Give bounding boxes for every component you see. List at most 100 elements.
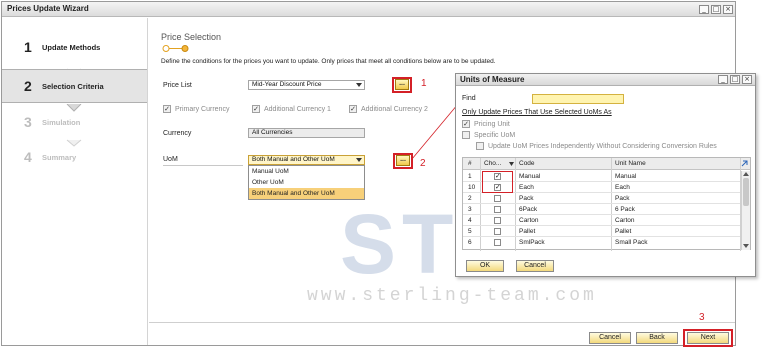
pricing-unit-label: Pricing Unit <box>474 121 510 128</box>
additional-currency-2-checkbox[interactable]: ✓ <box>349 105 357 113</box>
scroll-up-icon[interactable] <box>743 172 749 176</box>
additional-currency-1-label: Additional Currency 1 <box>264 106 331 113</box>
currency-label: Currency <box>163 130 192 137</box>
step-selection-criteria[interactable]: 2 Selection Criteria <box>2 69 147 103</box>
row-code: Pallet <box>519 228 536 235</box>
step-summary: 4 Summary <box>2 141 147 175</box>
row-unit-name: Manual <box>615 173 637 180</box>
step-number: 3 <box>24 114 32 130</box>
uom-maximize-button[interactable]: □ <box>730 75 740 84</box>
row-unit-name: 6 Pack <box>615 206 635 213</box>
callout-line <box>411 103 459 160</box>
table-row[interactable]: 5 Pallet Pallet <box>463 226 740 237</box>
watermark-url: www.sterling-team.com <box>307 286 597 306</box>
step-label: Summary <box>42 153 77 162</box>
row-num: 1 <box>468 173 472 180</box>
step-label: Update Methods <box>42 43 101 52</box>
currency-field: All Currencies <box>248 128 365 138</box>
scroll-thumb[interactable] <box>743 178 749 206</box>
pricing-unit-checkbox[interactable]: ✓ <box>462 120 470 128</box>
row-unit-name: Small Pack <box>615 239 648 246</box>
step-label: Simulation <box>42 118 81 127</box>
uom-option-other[interactable]: Other UoM <box>249 177 364 188</box>
row-checkbox[interactable] <box>494 217 501 224</box>
annotation-3: 3 <box>699 312 705 323</box>
description: Define the conditions for the prices you… <box>161 58 496 65</box>
row-checkbox[interactable] <box>494 239 501 246</box>
row-checkbox[interactable] <box>494 206 501 213</box>
table-row[interactable]: 3 6Pack 6 Pack <box>463 204 740 215</box>
uom-grid: # Cho... Code Unit Name 1 ✓ Manual Manua… <box>462 157 751 251</box>
table-row[interactable]: 6 SmlPack Small Pack <box>463 237 740 248</box>
uom-value: Both Manual and Other UoM <box>252 156 335 163</box>
step-number: 1 <box>24 39 32 55</box>
minimize-button[interactable]: _ <box>699 5 709 14</box>
specific-uom-label: Specific UoM <box>474 132 516 139</box>
section-heading: Price Selection <box>161 32 222 42</box>
row-num: 6 <box>468 239 472 246</box>
row-num: 4 <box>468 217 472 224</box>
price-list-label: Price List <box>163 82 192 89</box>
row-code: SmlPack <box>519 239 545 246</box>
specific-uom-checkbox[interactable] <box>462 131 470 139</box>
uom-dialog-title: Units of Measure <box>460 75 525 84</box>
checked-rows-highlight <box>482 171 513 193</box>
uom-close-button[interactable]: × <box>742 75 752 84</box>
primary-currency-checkbox[interactable]: ✓ <box>163 105 171 113</box>
additional-currency-1-checkbox[interactable]: ✓ <box>252 105 260 113</box>
row-code: Pack <box>519 195 534 202</box>
col-choose[interactable]: Cho... <box>484 160 501 167</box>
col-unit-name[interactable]: Unit Name <box>615 160 646 167</box>
steps-panel: 1 Update Methods 2 Selection Criteria 3 … <box>2 18 148 345</box>
uom-label: UoM <box>163 156 243 166</box>
expand-arrow-icon[interactable] <box>741 160 748 167</box>
row-checkbox[interactable] <box>494 195 501 202</box>
uom-ellipsis-button[interactable]: ... <box>396 155 410 166</box>
row-code: Each <box>519 184 534 191</box>
row-unit-name: Pallet <box>615 228 632 235</box>
dropdown-arrow-icon <box>356 83 362 87</box>
table-row[interactable]: 2 Pack Pack <box>463 193 740 204</box>
window-title: Prices Update Wizard <box>7 4 89 13</box>
row-code: Manual <box>519 173 541 180</box>
footer-divider <box>149 322 735 323</box>
uom-cancel-button[interactable]: Cancel <box>516 260 554 272</box>
row-unit-name: Pack <box>615 195 630 202</box>
sort-arrow-icon <box>509 162 514 166</box>
row-unit-name: Carton <box>615 217 635 224</box>
find-input[interactable] <box>532 94 624 104</box>
row-num: 5 <box>468 228 472 235</box>
col-num: # <box>468 160 472 167</box>
table-row[interactable]: 4 Carton Carton <box>463 215 740 226</box>
scroll-down-icon[interactable] <box>743 244 749 248</box>
step-number: 2 <box>24 78 32 94</box>
update-independently-checkbox[interactable] <box>476 142 484 150</box>
uom-minimize-button[interactable]: _ <box>718 75 728 84</box>
maximize-button[interactable]: □ <box>711 5 721 14</box>
row-unit-name: Each <box>615 184 630 191</box>
uom-ok-button[interactable]: OK <box>466 260 504 272</box>
price-list-select[interactable]: Mid-Year Discount Price <box>248 80 365 90</box>
step-number: 4 <box>24 149 32 165</box>
col-code[interactable]: Code <box>519 160 535 167</box>
annotation-1: 1 <box>421 78 427 89</box>
cancel-button[interactable]: Cancel <box>589 332 631 344</box>
next-button[interactable]: Next <box>687 332 729 344</box>
grid-scrollbar[interactable] <box>741 171 750 250</box>
row-checkbox[interactable] <box>494 228 501 235</box>
progress-track-icon <box>162 45 189 52</box>
row-num: 10 <box>468 184 476 191</box>
uom-dropdown-list: Manual UoM Other UoM Both Manual and Oth… <box>248 165 365 200</box>
price-list-ellipsis-button[interactable]: ... <box>395 79 409 90</box>
title-bar: Prices Update Wizard _ □ × <box>2 2 735 17</box>
uom-option-manual[interactable]: Manual UoM <box>249 166 364 177</box>
row-code: Carton <box>519 217 539 224</box>
step-update-methods[interactable]: 1 Update Methods <box>2 31 147 65</box>
row-code: 6Pack <box>519 206 538 213</box>
close-button[interactable]: × <box>723 5 733 14</box>
find-label: Find <box>462 95 476 102</box>
step-simulation: 3 Simulation <box>2 106 147 140</box>
price-list-value: Mid-Year Discount Price <box>252 81 322 88</box>
back-button[interactable]: Back <box>636 332 678 344</box>
uom-select[interactable]: Both Manual and Other UoM <box>248 155 365 165</box>
